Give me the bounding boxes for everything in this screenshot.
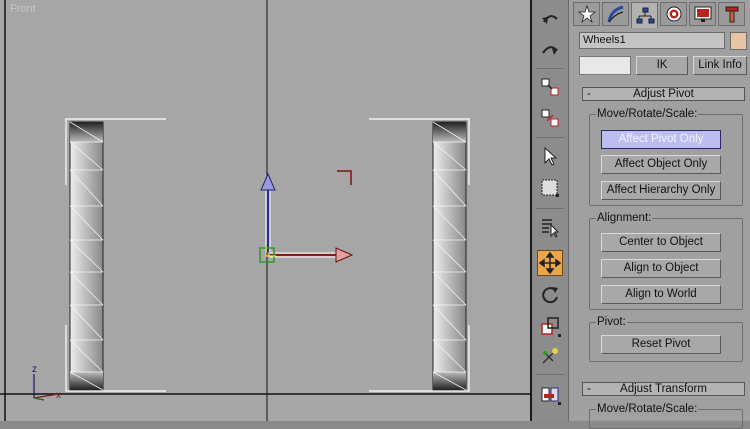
toolbar-separator [536, 208, 564, 209]
viewport-canvas[interactable]: z x [0, 0, 530, 421]
main-toolbar [530, 0, 568, 421]
left-wheel[interactable] [65, 118, 166, 392]
collapse-icon: - [587, 88, 591, 100]
adjust-transform-title: Adjust Transform [620, 383, 707, 395]
ik-subtab-button[interactable]: IK [636, 56, 688, 75]
select-and-rotate-icon[interactable] [537, 282, 563, 308]
front-viewport[interactable]: z x Front [0, 0, 530, 421]
reset-pivot-button[interactable]: Reset Pivot [601, 335, 721, 354]
undo-icon[interactable] [537, 6, 563, 32]
select-and-link-icon[interactable] [537, 74, 563, 100]
select-and-move-icon[interactable] [537, 250, 563, 276]
affect-object-only-button[interactable]: Affect Object Only [601, 155, 721, 174]
pivot-subtab-button[interactable] [579, 56, 631, 75]
align-to-world-button[interactable]: Align to World [601, 285, 721, 304]
center-to-object-button[interactable]: Center to Object [601, 233, 721, 252]
link-info-subtab-button[interactable]: Link Info [693, 56, 747, 75]
create-tab-icon[interactable] [573, 2, 600, 26]
motion-tab-icon[interactable] [660, 2, 687, 26]
axis-z-label: z [32, 364, 37, 375]
command-panel-tabs [573, 2, 749, 28]
hierarchy-tab-icon[interactable] [631, 2, 658, 28]
right-wheel[interactable] [369, 118, 470, 392]
axis-x-label: x [56, 390, 61, 401]
select-object-icon[interactable] [537, 143, 563, 169]
display-tab-icon[interactable] [689, 2, 716, 26]
toolbar-separator [536, 68, 564, 69]
adjust-transform-rollout-header[interactable]: - Adjust Transform [582, 382, 745, 396]
command-panel: Wheels1 IK Link Info - Adjust Pivot Move… [568, 0, 750, 429]
viewport-label[interactable]: Front [10, 3, 36, 15]
collapse-icon: - [587, 383, 591, 395]
mirror-align-icon[interactable] [537, 381, 563, 407]
unlink-selection-icon[interactable] [537, 105, 563, 131]
redo-icon[interactable] [537, 37, 563, 63]
move-rotate-scale-label: Move/Rotate/Scale: [596, 108, 699, 120]
select-by-name-icon[interactable] [537, 214, 563, 240]
move-gizmo[interactable] [259, 172, 354, 263]
transform-move-label: Move/Rotate/Scale: [596, 403, 699, 415]
select-region-icon[interactable] [537, 175, 563, 201]
align-to-object-button[interactable]: Align to Object [601, 259, 721, 278]
toolbar-separator [536, 137, 564, 138]
adjust-pivot-rollout-header[interactable]: - Adjust Pivot [582, 87, 745, 101]
axis-tripod: z x [32, 364, 61, 401]
object-color-swatch[interactable] [730, 32, 747, 50]
select-and-scale-icon[interactable] [537, 313, 563, 339]
pivot-corner-mark [337, 170, 352, 185]
toolbar-separator [536, 374, 564, 375]
select-and-manipulate-icon[interactable] [537, 343, 563, 369]
object-name-field[interactable]: Wheels1 [579, 32, 725, 49]
affect-pivot-only-button[interactable]: Affect Pivot Only [601, 130, 721, 149]
pivot-label: Pivot: [596, 316, 627, 328]
affect-hierarchy-only-button[interactable]: Affect Hierarchy Only [601, 181, 721, 200]
adjust-pivot-title: Adjust Pivot [633, 88, 694, 100]
alignment-label: Alignment: [596, 212, 653, 224]
utilities-tab-icon[interactable] [718, 2, 745, 26]
modify-tab-icon[interactable] [602, 2, 629, 26]
